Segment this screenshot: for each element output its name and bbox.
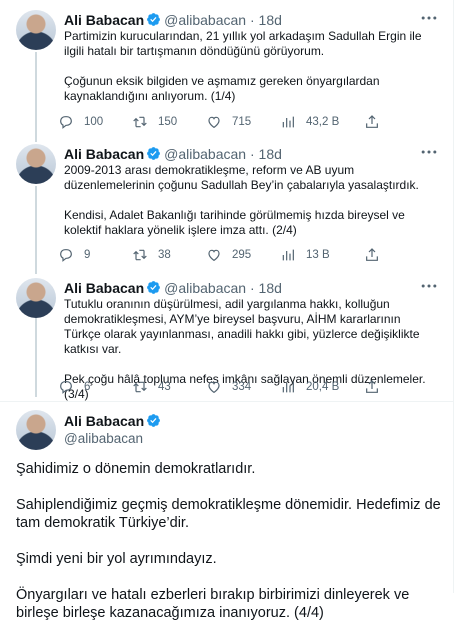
tweet-paragraph: Önyargıları ve hatalı ezberleri bırakıp …: [16, 587, 410, 621]
like-button[interactable]: 715: [206, 112, 251, 132]
author-handle[interactable]: @alibabacan: [64, 430, 164, 448]
tweet-text: Şahidimiz o dönemin demokratlarıdır. Sah…: [16, 460, 441, 622]
retweet-icon: [133, 381, 147, 393]
reply-button[interactable]: 100: [58, 112, 103, 132]
share-button[interactable]: [364, 377, 380, 397]
like-icon: [208, 249, 220, 262]
like-count: 334: [232, 381, 252, 393]
retweet-icon: [133, 249, 147, 261]
retweet-icon: [133, 116, 147, 128]
tweet[interactable]: Ali Babacan @alibabacan · 18d Tutuklu ora…: [0, 278, 453, 401]
reply-button[interactable]: 6: [58, 377, 90, 397]
share-icon: [366, 380, 378, 393]
retweet-button[interactable]: 38: [132, 245, 171, 265]
reply-count: 100: [84, 116, 104, 128]
views-icon: [282, 116, 294, 128]
tweet-divider: [0, 401, 453, 402]
tweet-paragraph: Şimdi yeni bir yol ayrımındayız.: [16, 551, 217, 567]
reply-count: 6: [84, 381, 91, 393]
main-tweet[interactable]: Ali Babacan @alibabacan Şahidimiz o döne…: [0, 410, 453, 621]
retweet-count: 38: [158, 249, 171, 261]
separator-dot: ·: [249, 280, 255, 296]
tweet-paragraph: Sahiplendiğimiz geçmiş demokratikleşme d…: [16, 497, 441, 531]
author-name[interactable]: Ali Babacan: [64, 413, 144, 429]
timestamp[interactable]: 18d: [259, 146, 282, 162]
verified-badge-icon: [147, 13, 161, 26]
share-icon: [366, 248, 378, 261]
like-count: 715: [232, 116, 252, 128]
tweet-paragraph: Partimizin kurucularından, 21 yıllık yol…: [64, 29, 422, 58]
author-name[interactable]: Ali Babacan: [64, 280, 144, 296]
tweet-actions: 100 150 715 43,2 B: [58, 112, 388, 132]
reply-icon: [60, 381, 72, 394]
tweet[interactable]: Ali Babacan @alibabacan · 18d Partimizin …: [0, 10, 453, 134]
views-icon: [282, 249, 294, 261]
views-count: 43,2 B: [306, 116, 340, 128]
like-button[interactable]: 334: [206, 377, 251, 397]
verified-badge-icon: [147, 147, 161, 160]
timeline: Ali Babacan @alibabacan · 18d Partimizin …: [0, 0, 454, 621]
share-button[interactable]: [364, 112, 380, 132]
retweet-button[interactable]: 43: [132, 377, 171, 397]
share-icon: [366, 115, 378, 128]
tweet-header: Ali Babacan @alibabacan · 18d: [64, 144, 453, 164]
author-name[interactable]: Ali Babacan: [64, 146, 144, 162]
author-name[interactable]: Ali Babacan: [64, 12, 144, 28]
author-handle[interactable]: @alibabacan: [164, 12, 246, 28]
more-icon[interactable]: [419, 8, 439, 28]
like-icon: [208, 381, 220, 394]
retweet-count: 43: [158, 381, 171, 393]
tweet-header: Ali Babacan @alibabacan · 18d: [64, 10, 453, 30]
views-count: 13 B: [306, 249, 330, 261]
tweet-paragraph: Çoğunun eksik bilgiden ve aşmamız gereke…: [64, 74, 380, 103]
timestamp[interactable]: 18d: [259, 12, 282, 28]
avatar[interactable]: [16, 410, 56, 450]
share-button[interactable]: [364, 245, 380, 265]
views-button[interactable]: 20,4 B: [280, 377, 339, 397]
reply-icon: [60, 116, 72, 129]
author-handle[interactable]: @alibabacan: [164, 146, 246, 162]
more-icon[interactable]: [419, 276, 439, 296]
reply-icon: [60, 249, 72, 262]
retweet-button[interactable]: 150: [132, 112, 177, 132]
separator-dot: ·: [249, 12, 255, 28]
tweet-actions: 9 38 295 13 B: [58, 245, 388, 265]
verified-badge-icon: [147, 281, 161, 294]
more-icon[interactable]: [419, 142, 439, 162]
tweet-paragraph: Kendisi, Adalet Bakanlığı tarihinde görü…: [64, 208, 405, 237]
tweet-header: Ali Babacan @alibabacan · 18d: [64, 278, 453, 298]
avatar[interactable]: [16, 144, 56, 184]
tweet-paragraph: 2009-2013 arası demokratikleşme, reform …: [64, 163, 419, 192]
separator-dot: ·: [249, 146, 255, 162]
timestamp[interactable]: 18d: [259, 280, 282, 296]
author-handle[interactable]: @alibabacan: [164, 280, 246, 296]
reply-count: 9: [84, 249, 91, 261]
like-icon: [208, 116, 220, 129]
tweet-text: 2009-2013 arası demokratikleşme, reform …: [64, 163, 440, 238]
avatar[interactable]: [16, 10, 56, 50]
views-icon: [282, 381, 294, 393]
tweet-actions: 6 43 334 20,4 B: [58, 377, 388, 397]
retweet-count: 150: [158, 116, 178, 128]
verified-badge-icon: [147, 414, 161, 427]
reply-button[interactable]: 9: [58, 245, 90, 265]
tweet[interactable]: Ali Babacan @alibabacan · 18d 2009-2013 a…: [0, 144, 453, 268]
views-count: 20,4 B: [306, 381, 340, 393]
like-count: 295: [232, 249, 252, 261]
author-block: Ali Babacan @alibabacan: [64, 412, 164, 448]
avatar[interactable]: [16, 278, 56, 318]
tweet-paragraph: Şahidimiz o dönemin demokratlarıdır.: [16, 461, 256, 477]
tweet-paragraph: Tutuklu oranının düşürülmesi, adil yargı…: [64, 297, 420, 356]
like-button[interactable]: 295: [206, 245, 251, 265]
views-button[interactable]: 13 B: [280, 245, 330, 265]
tweet-text: Partimizin kurucularından, 21 yıllık yol…: [64, 29, 440, 104]
views-button[interactable]: 43,2 B: [280, 112, 339, 132]
